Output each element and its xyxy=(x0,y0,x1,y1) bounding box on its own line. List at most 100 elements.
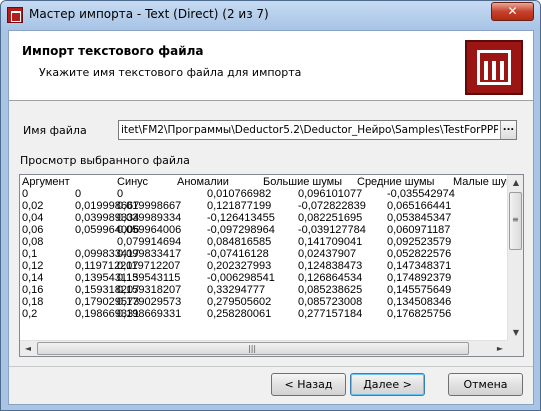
preview-line: 0,04 0,039989334 0,039989334 -0,126413455 0,… xyxy=(20,212,508,224)
preview-label: Просмотр выбранного файла xyxy=(20,154,190,167)
preview-header-line: Аргумент Синус Аномалии Большие шумы Средние… xyxy=(20,176,508,188)
preview-cell: Синус xyxy=(117,176,149,188)
preview-cell: 0,124838473 xyxy=(298,260,363,272)
preview-cell: 0,179029573 xyxy=(117,296,182,308)
preview-cell: -0,126413455 xyxy=(207,212,275,224)
preview-cell: 0,139543115 xyxy=(117,272,181,284)
preview-cell: 0,052822576 xyxy=(387,248,452,260)
preview-cell: Большие шумы xyxy=(263,176,343,188)
preview-text: Аргумент Синус Аномалии Большие шумы Средние… xyxy=(20,175,508,341)
preview-cell: Аргумент xyxy=(22,176,70,188)
back-button[interactable]: < Назад xyxy=(271,373,346,396)
preview-line: 0,1 0,099833417 0,099833417 -0,07416128 0,02… xyxy=(20,248,508,260)
scroll-up-arrow-icon[interactable]: ▲ xyxy=(508,175,523,191)
preview-cell: 0,33294777 xyxy=(207,284,266,296)
preview-cell: 0,16 xyxy=(22,284,44,296)
next-button[interactable]: Далее > xyxy=(350,373,425,396)
scroll-down-arrow-icon[interactable]: ▼ xyxy=(508,325,523,341)
preview-cell: 0,02437907 xyxy=(298,248,357,260)
preview-cell: -0,07416128 xyxy=(207,248,269,260)
vertical-scroll-thumb[interactable]: ≡ xyxy=(509,192,522,250)
preview-cell: 0,053845347 xyxy=(387,212,452,224)
preview-cell: 0,04 xyxy=(22,212,44,224)
preview-cell: 0,02 xyxy=(22,200,44,212)
preview-cell: Средние шумы xyxy=(357,176,435,188)
preview-line: 0,18 0,179029573 0,179029573 0,279505602 0,0… xyxy=(20,296,508,308)
horizontal-scrollbar[interactable]: ◄ ||| ► xyxy=(20,340,508,356)
preview-cell: -0,035542974 xyxy=(387,188,455,200)
preview-cell: -0,039127784 xyxy=(298,224,366,236)
preview-cell: 0,085238625 xyxy=(298,284,363,296)
filename-input[interactable] xyxy=(119,121,500,139)
preview-cell: 0,092523579 xyxy=(387,236,452,248)
preview-cell: 0,198669331 xyxy=(117,308,182,320)
file-preview[interactable]: Аргумент Синус Аномалии Большие шумы Средние… xyxy=(19,174,524,357)
preview-cell: 0,082251695 xyxy=(298,212,363,224)
preview-line: 0,14 0,139543115 0,139543115 -0,006298541 0,… xyxy=(20,272,508,284)
close-button[interactable]: ✕ xyxy=(491,2,534,21)
scroll-right-arrow-icon[interactable]: ► xyxy=(492,341,508,356)
scroll-left-arrow-icon[interactable]: ◄ xyxy=(20,341,36,356)
page-title: Импорт текстового файла xyxy=(22,44,204,58)
preview-cell: 0,060971187 xyxy=(387,224,451,236)
preview-cell: 0 xyxy=(117,188,124,200)
preview-cell: 0,1 xyxy=(22,248,38,260)
grip-icon: ≡ xyxy=(512,215,519,224)
preview-cell: Малые шумы xyxy=(453,176,508,188)
preview-cell: 0,119712207 xyxy=(117,260,181,272)
preview-cell: 0 xyxy=(75,188,82,200)
preview-cell: -0,072822839 xyxy=(298,200,366,212)
preview-line: 0,02 0,019998667 0,019998667 0,121877199 -0,… xyxy=(20,200,508,212)
filename-label: Имя файла xyxy=(23,124,87,137)
wizard-logo-icon xyxy=(465,40,523,95)
preview-cell: 0,176825756 xyxy=(387,308,452,320)
app-icon xyxy=(7,7,23,23)
preview-cell: 0,039989334 xyxy=(117,212,182,224)
preview-cell: 0,085723008 xyxy=(298,296,363,308)
preview-cell: 0,099833417 xyxy=(117,248,182,260)
preview-line: 0,06 0,059964006 0,059964006 -0,097298964 -0… xyxy=(20,224,508,236)
preview-line: 0,2 0,198669331 0,198669331 0,258280061 0,27… xyxy=(20,308,508,320)
preview-line: 0,08 0,079914694 0,084816585 0,141709041 0,0… xyxy=(20,236,508,248)
preview-cell: -0,006298541 xyxy=(207,272,275,284)
preview-cell: 0,08 xyxy=(22,236,44,248)
preview-cell: 0,059964006 xyxy=(117,224,182,236)
preview-line: 0,12 0,119712207 0,119712207 0,202327993 0,1… xyxy=(20,260,508,272)
window-title: Мастер импорта - Text (Direct) (2 из 7) xyxy=(29,7,269,21)
preview-cell: 0,134508346 xyxy=(387,296,452,308)
preview-cell: 0,202327993 xyxy=(207,260,272,272)
preview-line: 0,16 0,159318207 0,159318207 0,33294777 0,08… xyxy=(20,284,508,296)
grip-icon: ||| xyxy=(248,344,257,353)
vertical-scrollbar[interactable]: ▲ ≡ ▼ xyxy=(507,175,523,341)
preview-cell: 0,258280061 xyxy=(207,308,272,320)
horizontal-scroll-thumb[interactable]: ||| xyxy=(37,342,469,355)
preview-cell: 0,010766982 xyxy=(207,188,272,200)
preview-cell: 0,019998667 xyxy=(117,200,182,212)
preview-cell: 0,06 xyxy=(22,224,44,236)
preview-cell: 0 xyxy=(22,188,29,200)
preview-cell: 0,12 xyxy=(22,260,44,272)
preview-cell: 0,126864534 xyxy=(298,272,363,284)
preview-cell: 0,079914694 xyxy=(117,236,182,248)
preview-cell: 0,065166441 xyxy=(387,200,452,212)
wizard-header: Импорт текстового файла Укажите имя текс… xyxy=(9,31,533,101)
cancel-button[interactable]: Отмена xyxy=(448,373,523,396)
preview-cell: 0,145575649 xyxy=(387,284,452,296)
preview-cell: 0,279505602 xyxy=(207,296,272,308)
preview-cell: 0,147348371 xyxy=(387,260,452,272)
wizard-client-area: Импорт текстового файла Укажите имя текс… xyxy=(8,30,534,405)
scroll-corner xyxy=(507,340,523,356)
import-wizard-window: Мастер импорта - Text (Direct) (2 из 7) … xyxy=(0,0,541,411)
button-separator xyxy=(9,366,533,367)
preview-cell: 0,141709041 xyxy=(298,236,363,248)
filename-field: ... xyxy=(118,120,517,140)
preview-cell: 0,096101077 xyxy=(298,188,363,200)
page-subtitle: Укажите имя текстового файла для импорта xyxy=(39,66,302,79)
browse-button[interactable]: ... xyxy=(500,121,516,139)
preview-cell: 0,277157184 xyxy=(298,308,363,320)
preview-cell: 0,14 xyxy=(22,272,44,284)
preview-cell: -0,097298964 xyxy=(207,224,275,236)
preview-cell: 0,121877199 xyxy=(207,200,272,212)
title-bar[interactable]: Мастер импорта - Text (Direct) (2 из 7) … xyxy=(1,1,540,29)
preview-cell: 0,2 xyxy=(22,308,38,320)
